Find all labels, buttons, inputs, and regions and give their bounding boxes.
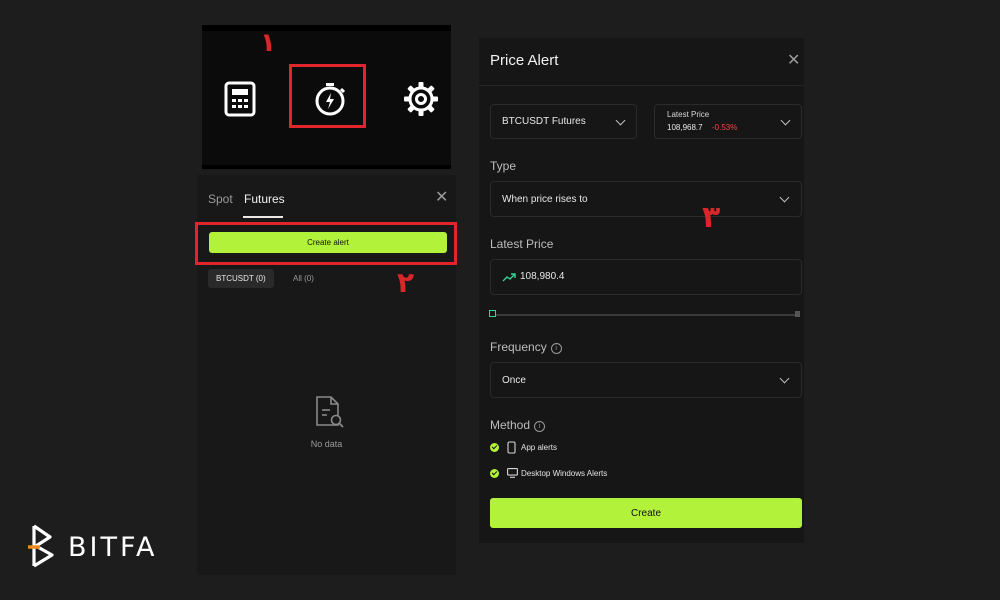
chevron-down-icon: [615, 115, 626, 126]
calculator-icon[interactable]: [222, 81, 258, 117]
alerts-close-icon[interactable]: ✕: [435, 190, 448, 206]
price-label: Latest Price: [490, 237, 554, 251]
price-input[interactable]: 108,980.4: [490, 259, 802, 295]
app-alerts-checkbox[interactable]: [490, 443, 499, 452]
step-number-2: ٢: [397, 266, 415, 299]
toolbar-panel: [202, 25, 451, 169]
tab-futures[interactable]: Futures: [244, 192, 285, 206]
type-label: Type: [490, 159, 517, 173]
symbol-select[interactable]: BTCUSDT Futures: [490, 104, 637, 139]
price-alert-modal: Price Alert ✕ BTCUSDT Futures Latest Pri…: [479, 38, 804, 543]
bitfa-logo: BITFA: [28, 521, 178, 571]
type-select[interactable]: When price rises to: [490, 181, 802, 217]
toolbar-bottom-border: [202, 165, 451, 169]
modal-divider: [479, 85, 804, 86]
price-slider-end: [795, 311, 800, 317]
method-info-icon[interactable]: i: [534, 421, 546, 432]
method-label: Method: [490, 418, 531, 432]
filter-btcusdt[interactable]: BTCUSDT (0): [208, 269, 274, 288]
no-data-text: No data: [310, 439, 343, 449]
frequency-value: Once: [502, 375, 526, 386]
method-label-row: Method i: [490, 418, 546, 432]
chevron-down-icon: [779, 192, 790, 203]
price-input-value: 108,980.4: [520, 271, 565, 282]
desktop-alerts-label: Desktop Windows Alerts: [521, 469, 608, 478]
app-alerts-label: App alerts: [521, 443, 558, 452]
bitfa-logo-mark-icon: [28, 524, 54, 568]
active-tab-indicator: [243, 216, 283, 218]
frequency-label: Frequency: [490, 340, 547, 354]
latest-price-change: -0.53%: [712, 123, 738, 132]
desktop-monitor-icon: [507, 468, 518, 478]
type-value: When price rises to: [502, 194, 588, 205]
frequency-label-row: Frequency i: [490, 340, 562, 354]
symbol-value: BTCUSDT Futures: [502, 116, 586, 127]
filter-all[interactable]: All (0): [285, 269, 322, 288]
highlight-box-stopwatch: [289, 64, 366, 128]
modal-close-icon[interactable]: ✕: [787, 53, 800, 69]
step-number-1: ١: [260, 28, 276, 58]
desktop-alerts-checkbox[interactable]: [490, 469, 499, 478]
brand-name: BITFA: [68, 532, 158, 563]
modal-title: Price Alert: [490, 52, 559, 69]
latest-price-caption: Latest Price: [667, 110, 710, 119]
toolbar-top-border: [202, 25, 451, 31]
frequency-select[interactable]: Once: [490, 362, 802, 398]
no-data-document-icon: [316, 396, 344, 428]
gear-icon[interactable]: [403, 81, 439, 117]
step-number-3: ٣: [702, 200, 721, 235]
chevron-down-icon: [780, 115, 791, 126]
frequency-info-icon[interactable]: i: [550, 343, 562, 354]
mobile-phone-icon: [507, 441, 516, 454]
create-button[interactable]: Create: [490, 498, 802, 528]
tab-spot[interactable]: Spot: [208, 192, 233, 206]
highlight-box-create-alert: [195, 222, 457, 265]
chevron-down-icon: [779, 373, 790, 384]
trend-up-icon: [502, 273, 516, 282]
price-slider-track[interactable]: [494, 314, 798, 316]
latest-price-select[interactable]: Latest Price 108,968.7 -0.53%: [654, 104, 802, 139]
latest-price-value: 108,968.7: [667, 123, 703, 132]
price-slider-handle[interactable]: [489, 310, 496, 317]
